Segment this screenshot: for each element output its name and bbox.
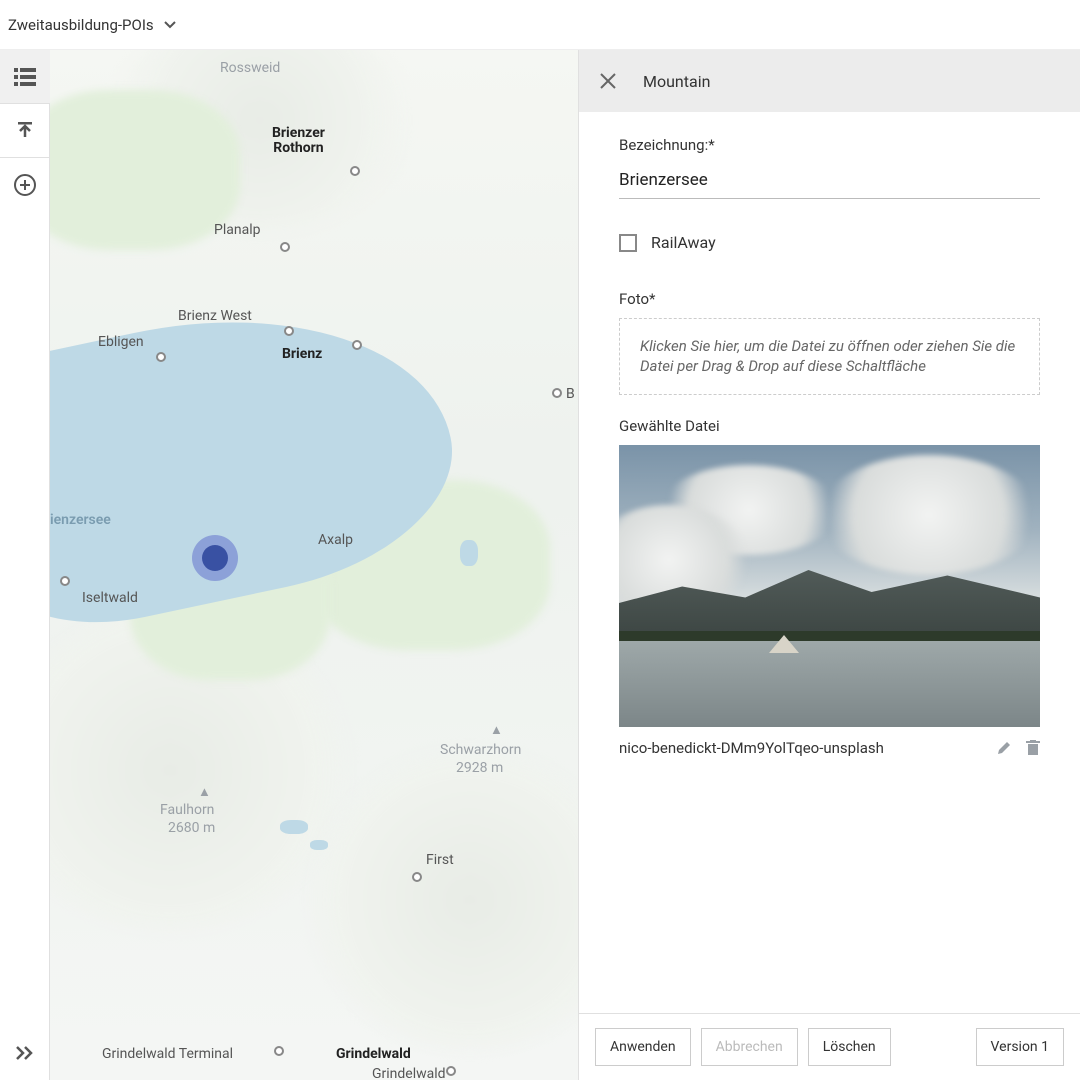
panel-header: Mountain [579,50,1080,112]
map-label: Faulhorn [160,802,214,818]
map-label: Rossweid [220,60,280,76]
map-label: Schwarzhorn [440,742,521,758]
panel-title: Mountain [643,72,710,91]
edit-icon[interactable] [996,740,1012,756]
map-label: ienzersee [50,512,111,528]
version-button[interactable]: Version 1 [976,1028,1064,1066]
photo-preview [619,445,1040,727]
map-node [412,872,422,882]
map-node [350,166,360,176]
expand-rail-button[interactable] [0,1026,50,1080]
map-label: Grindelwald [336,1046,411,1062]
map-node [552,388,562,398]
map-label: Grindelwald Terminal [102,1046,233,1062]
map-node [284,326,294,336]
photo-dropzone[interactable]: Klicken Sie hier, um die Datei zu öffnen… [619,318,1040,395]
map-label: Axalp [318,532,353,548]
map-node [60,576,70,586]
map-label: Brienz West [178,308,252,324]
upload-tool[interactable] [0,104,50,158]
railaway-checkbox[interactable] [619,234,637,252]
map-label: Planalp [214,222,260,238]
add-tool[interactable] [0,158,50,212]
railaway-label: RailAway [651,233,716,252]
map-label: Brienz [282,346,322,362]
apply-button[interactable]: Anwenden [595,1028,691,1066]
map-node [352,340,362,350]
map-node [446,1066,456,1076]
map-node [156,352,166,362]
layer-dropdown-label: Zweitausbildung-POIs [8,16,154,34]
chevron-down-icon [164,20,176,30]
poi-marker[interactable] [192,535,238,581]
close-icon[interactable] [599,72,619,90]
map-node [280,242,290,252]
foto-label: Foto* [619,290,1040,308]
map-canvas[interactable]: Rossweid BrienzerRothorn Planalp Brienz … [50,50,578,1080]
panel-footer: Anwenden Abbrechen Löschen Version 1 [579,1013,1080,1080]
bezeichnung-label: Bezeichnung:* [619,136,1040,154]
map-label: BrienzerRothorn [272,126,325,157]
file-name: nico-benedickt-DMm9YolTqeo-unsplash [619,739,884,757]
peak-icon: ▲ [198,784,211,800]
delete-icon[interactable] [1026,740,1040,756]
delete-button[interactable]: Löschen [808,1028,891,1066]
cancel-button[interactable]: Abbrechen [701,1028,798,1066]
map-label: Grindelwald [372,1066,446,1080]
selected-file-label: Gewählte Datei [619,417,1040,435]
map-label: First [426,852,454,868]
list-tool[interactable] [0,50,50,104]
bezeichnung-input[interactable] [619,164,1040,199]
map-label: B [566,386,575,402]
map-label: Iseltwald [82,590,138,606]
map-label: 2680 m [168,820,215,836]
map-label: Ebligen [98,334,144,350]
layer-dropdown[interactable]: Zweitausbildung-POIs [8,16,176,34]
map-label: 2928 m [456,760,503,776]
left-toolbar [0,50,50,1080]
map-node [274,1046,284,1056]
detail-panel: Mountain Bezeichnung:* RailAway Foto* Kl… [578,50,1080,1080]
peak-icon: ▲ [490,722,503,738]
